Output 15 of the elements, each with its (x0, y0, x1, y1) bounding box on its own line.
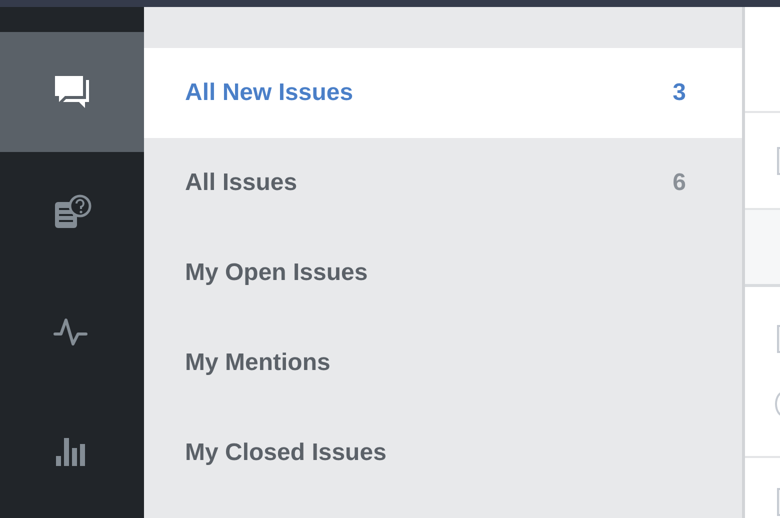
filter-label: All Issues (185, 169, 298, 197)
rail-tab[interactable] (0, 32, 144, 152)
issue-count: 6 (672, 169, 686, 197)
issue-count: 3 (672, 79, 686, 107)
document-question-icon (52, 194, 92, 230)
filter-label: My Closed Issues (185, 439, 386, 467)
filter-item[interactable]: My Open Issues (144, 228, 742, 318)
filter-label: My Mentions (185, 349, 330, 377)
chat-bubbles-icon (52, 74, 92, 110)
filter-label: All New Issues (185, 79, 354, 107)
filter-label: My Open Issues (185, 259, 368, 287)
filter-item[interactable]: My Mentions (144, 318, 742, 408)
filter-item[interactable]: All New Issues 3 (144, 48, 742, 138)
filter-item[interactable]: All Issues 6 (144, 138, 742, 228)
filter-item[interactable]: My Closed Issues (144, 408, 742, 498)
